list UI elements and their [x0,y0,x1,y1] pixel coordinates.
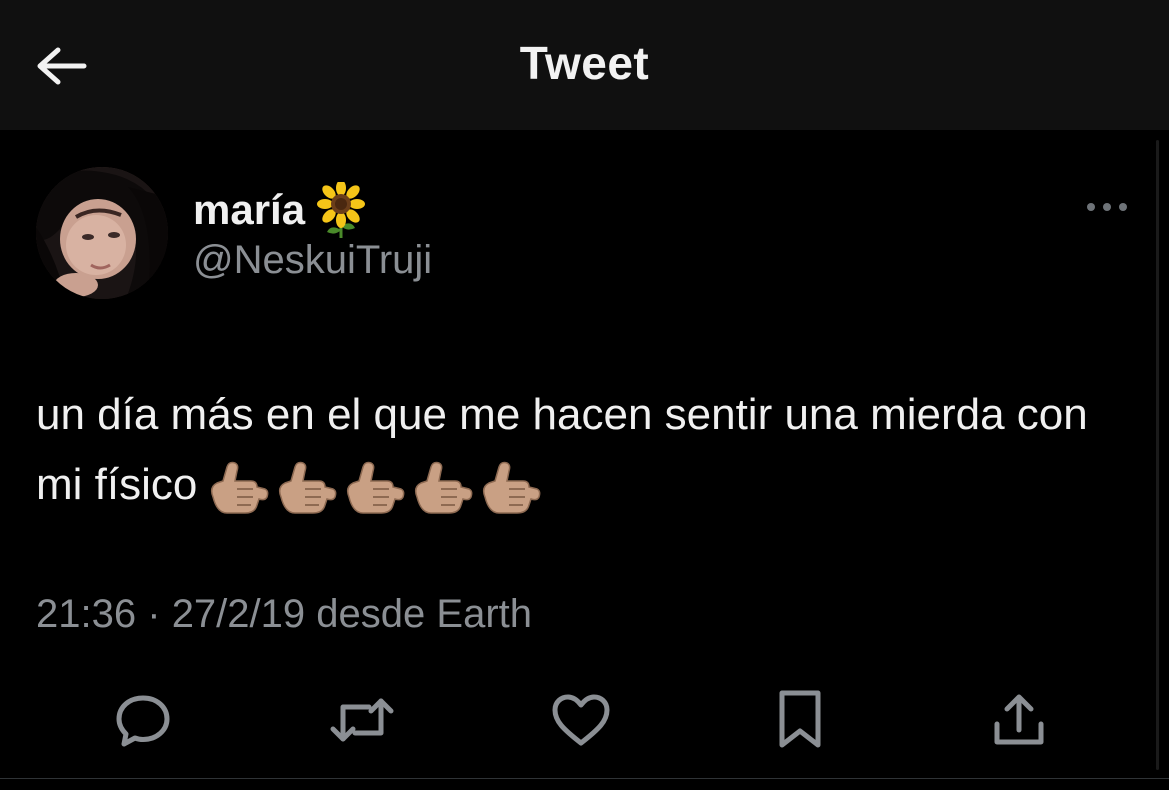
emoji-group [207,457,543,517]
like-button[interactable] [541,680,621,760]
user-handle[interactable]: @NeskuiTruji [193,238,432,283]
meta-separator: · [147,592,161,636]
call-me-hand-icon [279,462,337,515]
share-button[interactable] [979,680,1059,760]
reply-button[interactable] [103,680,183,760]
display-name[interactable]: maría [193,182,366,238]
display-name-text: maría [193,186,306,233]
bookmark-icon [779,690,821,748]
page-title: Tweet [519,37,650,89]
more-horizontal-icon [1087,203,1127,211]
tweet-source-link[interactable]: Earth [436,592,532,636]
more-options-button[interactable] [1082,193,1132,221]
sunflower-icon [317,182,366,238]
like-icon [552,694,610,746]
bookmark-button[interactable] [760,680,840,760]
tweet-body: un día más en el que me hacen sentir una… [36,380,1126,520]
divider [0,778,1169,779]
scrollbar[interactable] [1156,140,1159,770]
avatar[interactable] [36,167,168,299]
call-me-hand-icon [347,462,405,515]
call-me-hand-icon [483,462,541,515]
tweet-text: un día más en el que me hacen sentir una… [36,390,1088,509]
action-bar [0,680,1169,760]
source-prefix: desde [316,592,426,636]
top-bar: Tweet [0,0,1169,130]
avatar-photo [36,167,168,299]
retweet-button[interactable] [322,680,402,760]
tweet-date: 27/2/19 [171,592,306,636]
call-me-hand-icon [211,462,269,515]
share-icon [994,694,1044,745]
call-me-hand-icon [415,462,473,515]
retweet-icon [330,698,394,742]
tweet-time: 21:36 [36,592,137,636]
reply-icon [116,695,170,747]
tweet-metadata: 21:36 · 27/2/19 desde Earth [36,592,532,637]
